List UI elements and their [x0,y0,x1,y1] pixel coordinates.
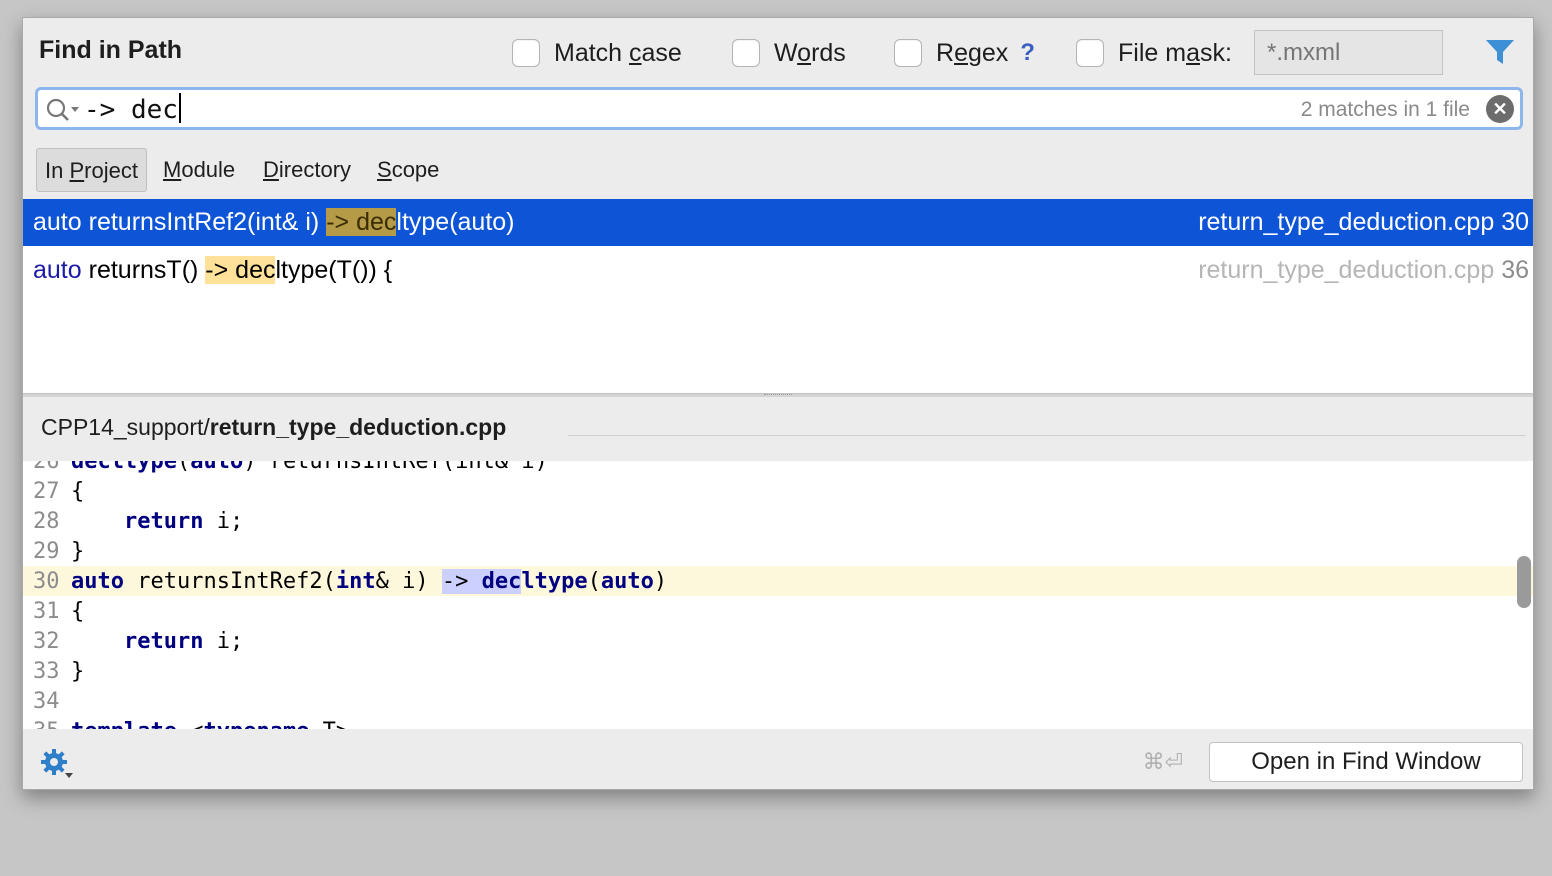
code-line: 31 { [23,596,1533,626]
line-number: 34 [33,689,60,714]
preview-scrollbar[interactable] [1517,556,1531,608]
words-label: Words [774,38,846,67]
code-line: 27 { [23,476,1533,506]
gear-icon[interactable] [39,747,73,781]
search-icon[interactable] [45,97,81,123]
code-line: 28 return i; [23,506,1533,536]
file-mask-option[interactable]: File mask: [1076,38,1232,68]
match-case-option[interactable]: Match case [512,38,682,68]
result-code: auto returnsIntRef2(int& i) -> decltype(… [33,208,515,236]
line-number: 28 [33,509,60,534]
preview-file-path: CPP14_support/return_type_deduction.cpp [41,414,507,440]
line-code: decltype(auto) returnsIntRef(int& i) [71,461,548,474]
file-mask-checkbox[interactable] [1076,39,1104,67]
tab-module[interactable]: Module [155,148,243,192]
line-number: 33 [33,659,60,684]
tab-directory[interactable]: Directory [255,148,359,192]
words-option[interactable]: Words [732,38,846,68]
result-file: return_type_deduction.cpp 36 [1198,256,1529,284]
code-line: 34 [23,686,1533,716]
line-code: return i; [123,509,244,534]
line-code: } [71,539,85,564]
file-mask-label: File mask: [1118,38,1232,67]
line-code: template <typename T> [71,719,349,729]
search-field[interactable]: -> dec 2 matches in 1 file ✕ [35,87,1523,130]
results-list: auto returnsIntRef2(int& i) -> decltype(… [23,199,1533,393]
find-in-path-dialog: Find in Path Match case Words Regex ? Fi… [22,17,1534,790]
tab-in-project[interactable]: In Project [36,148,147,192]
footer: ⌘⏎ Open in Find Window [23,729,1533,789]
line-code: auto returnsIntRef2(int& i) -> decltype(… [71,569,668,594]
line-number: 32 [33,629,60,654]
line-code: { [71,599,85,624]
dialog-title: Find in Path [39,36,183,64]
code-line: 35 template <typename T> [23,716,1533,729]
regex-label: Regex [936,38,1009,67]
match-case-label: Match case [554,38,682,67]
match-count: 2 matches in 1 file [1300,98,1470,121]
line-number: 29 [33,539,60,564]
file-mask-input[interactable] [1254,30,1443,75]
result-row[interactable]: auto returnsIntRef2(int& i) -> decltype(… [23,199,1533,246]
clear-icon[interactable]: ✕ [1486,95,1514,123]
line-code: return i; [123,629,244,654]
regex-help-icon[interactable]: ? [1020,39,1035,67]
line-code: { [71,479,85,504]
tab-scope[interactable]: Scope [369,148,447,192]
code-line: 26 decltype(auto) returnsIntRef(int& i) [23,461,1533,476]
code-preview[interactable]: 26 decltype(auto) returnsIntRef(int& i) 27… [23,461,1533,729]
result-row[interactable]: auto returnsT() -> decltype(T()) { retur… [23,247,1533,294]
open-in-find-window-button[interactable]: Open in Find Window [1209,742,1523,782]
path-divider [568,435,1526,436]
words-checkbox[interactable] [732,39,760,67]
line-number: 26 [33,461,60,474]
line-number: 35 [33,719,60,729]
line-number: 27 [33,479,60,504]
code-line: 29} [23,536,1533,566]
line-number: 31 [33,599,60,624]
search-input[interactable]: -> dec [84,93,181,125]
result-file: return_type_deduction.cpp 30 [1198,208,1529,236]
code-line: 30 auto returnsIntRef2(int& i) -> decltyp… [23,566,1533,596]
regex-checkbox[interactable] [894,39,922,67]
regex-option[interactable]: Regex ? [894,38,1035,68]
shortcut-hint: ⌘⏎ [1142,749,1183,774]
result-code: auto returnsT() -> decltype(T()) { [33,256,393,284]
match-case-checkbox[interactable] [512,39,540,67]
code-line: 33} [23,656,1533,686]
code-line: 32 return i; [23,626,1533,656]
line-code: } [71,659,85,684]
filter-icon[interactable] [1485,38,1515,66]
line-number: 30 [33,569,60,594]
splitter-handle[interactable] [23,393,1533,397]
